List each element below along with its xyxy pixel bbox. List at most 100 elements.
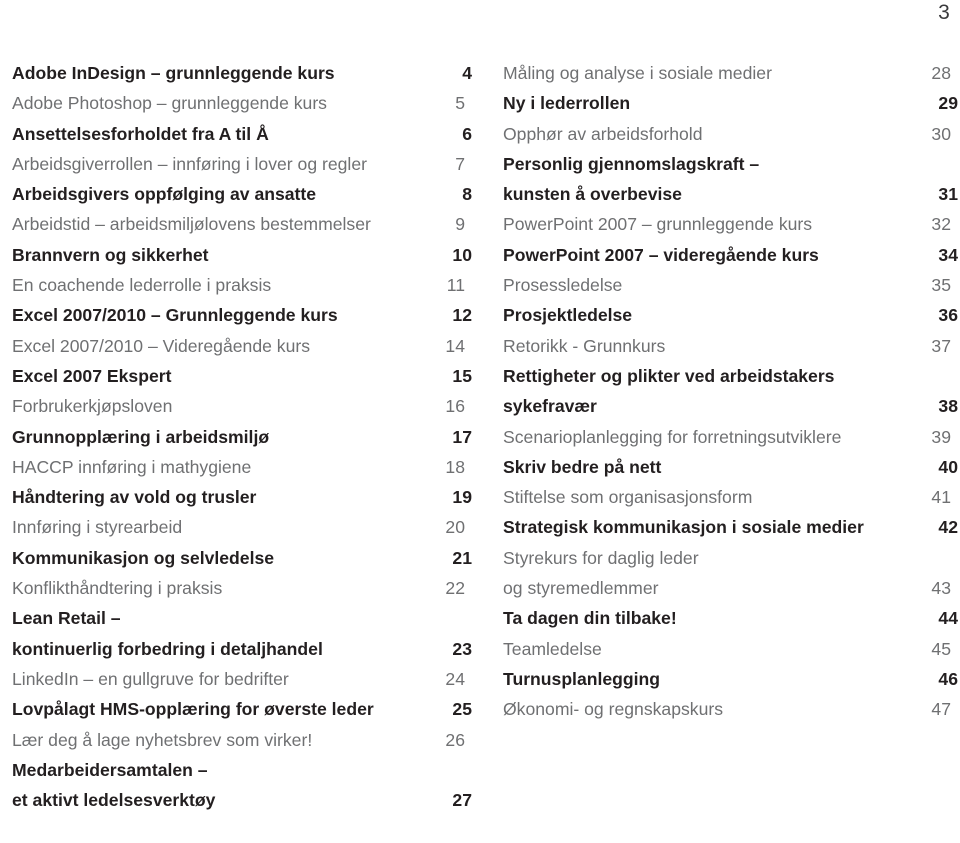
toc-entry-title: Arbeidsgiverrollen – innføring i lover o… bbox=[12, 153, 367, 174]
toc-entry-page-number: 9 bbox=[455, 214, 465, 235]
toc-dot-leader bbox=[251, 457, 445, 473]
toc-entry-page-number: 15 bbox=[452, 365, 472, 386]
toc-entry-page-number: 22 bbox=[445, 578, 465, 599]
toc-entry[interactable]: Personlig gjennomslagskraft – bbox=[503, 149, 958, 179]
toc-entry-title: En coachende lederrolle i praksis bbox=[12, 275, 272, 296]
toc-dot-leader bbox=[289, 669, 446, 685]
toc-entry[interactable]: Stiftelse som organisasjonsform 41 bbox=[503, 482, 958, 512]
toc-dot-leader bbox=[723, 699, 931, 715]
toc-entry-page-number: 6 bbox=[462, 123, 472, 144]
toc-entry[interactable]: Prosessledelse 35 bbox=[503, 270, 958, 300]
toc-entry[interactable]: Brannvern og sikkerhet 10 bbox=[12, 240, 472, 270]
toc-entry-title: Ansettelsesforholdet fra A til Å bbox=[12, 123, 269, 144]
toc-entry[interactable]: Excel 2007/2010 – Grunnleggende kurs 12 bbox=[12, 300, 472, 330]
toc-entry[interactable]: Adobe Photoshop – grunnleggende kurs 5 bbox=[12, 88, 472, 118]
toc-entry-title: kunsten å overbevise bbox=[503, 184, 682, 205]
toc-entry[interactable]: Økonomi- og regnskapskurs 47 bbox=[503, 694, 958, 724]
toc-entry-title: Måling og analyse i sosiale medier bbox=[503, 63, 772, 83]
toc-dot-leader bbox=[367, 154, 455, 170]
toc-entry-title: HACCP innføring i mathygiene bbox=[12, 456, 252, 477]
toc-dot-leader bbox=[374, 699, 453, 715]
toc-entry[interactable]: kunsten å overbevise 31 bbox=[503, 179, 958, 209]
toc-dot-leader bbox=[338, 305, 453, 321]
toc-entry[interactable]: Medarbeidersamtalen – bbox=[12, 755, 472, 785]
toc-entry[interactable]: Teamledelse 45 bbox=[503, 634, 958, 664]
toc-dot-leader bbox=[208, 760, 472, 776]
toc-entry[interactable]: sykefravær 38 bbox=[503, 391, 958, 421]
toc-entry-page-number: 30 bbox=[931, 123, 951, 144]
toc-entry[interactable]: Grunnopplæring i arbeidsmiljø 17 bbox=[12, 422, 472, 452]
toc-entry-page-number: 29 bbox=[938, 93, 958, 114]
toc-entry[interactable]: Arbeidsgiverrollen – innføring i lover o… bbox=[12, 149, 472, 179]
toc-entry-page-number: 36 bbox=[938, 305, 958, 326]
toc-entry-title: Skriv bedre på nett bbox=[503, 456, 662, 477]
toc-entry[interactable]: HACCP innføring i mathygiene 18 bbox=[12, 452, 472, 482]
toc-entry[interactable]: En coachende lederrolle i praksis 11 bbox=[12, 270, 472, 300]
toc-entry[interactable]: og styremedlemmer 43 bbox=[503, 573, 958, 603]
toc-entry-page-number: 27 bbox=[452, 790, 472, 811]
toc-entry[interactable]: Forbrukerkjøpsloven 16 bbox=[12, 391, 472, 421]
toc-entry-title: Teamledelse bbox=[503, 638, 602, 659]
toc-dot-leader bbox=[703, 124, 932, 140]
toc-entry[interactable]: Adobe InDesign – grunnleggende kurs 4 bbox=[12, 58, 472, 88]
toc-entry[interactable]: Rettigheter og plikter ved arbeidstakers bbox=[503, 361, 958, 391]
toc-dot-leader bbox=[172, 396, 445, 412]
toc-entry[interactable]: Håndtering av vold og trusler 19 bbox=[12, 482, 472, 512]
toc-entry-page-number: 31 bbox=[938, 184, 958, 205]
toc-dot-leader bbox=[677, 608, 939, 624]
toc-entry[interactable]: et aktivt ledelsesverktøy 27 bbox=[12, 785, 472, 815]
toc-entry-title: Opphør av arbeidsforhold bbox=[503, 123, 703, 144]
toc-entry[interactable]: Lovpålagt HMS-opplæring for øverste lede… bbox=[12, 694, 472, 724]
toc-entry-page-number: 10 bbox=[452, 244, 472, 265]
toc-entry-title: Lær deg å lage nyhetsbrev som virker! bbox=[12, 729, 313, 750]
toc-entry[interactable]: Scenarioplanlegging for forretningsutvik… bbox=[503, 422, 958, 452]
toc-entry[interactable]: Konflikthåndtering i praksis 22 bbox=[12, 573, 472, 603]
toc-dot-leader bbox=[841, 427, 931, 443]
toc-entry[interactable]: Arbeidstid – arbeidsmiljølovens bestemme… bbox=[12, 209, 472, 239]
toc-entry[interactable]: Arbeidsgivers oppfølging av ansatte 8 bbox=[12, 179, 472, 209]
toc-entry-title: Rettigheter og plikter ved arbeidstakers bbox=[503, 365, 835, 386]
toc-entry[interactable]: Excel 2007 Ekspert 15 bbox=[12, 361, 472, 391]
toc-column-right: Måling og analyse i sosiale medier 28 Ny i… bbox=[503, 58, 960, 815]
toc-entry[interactable]: Lær deg å lage nyhetsbrev som virker! 26 bbox=[12, 725, 472, 755]
toc-entry-page-number: 47 bbox=[931, 699, 951, 720]
toc-column-left: Adobe InDesign – grunnleggende kurs4Adob… bbox=[0, 58, 503, 815]
toc-dot-leader bbox=[665, 336, 931, 352]
toc-entry[interactable]: Skriv bedre på nett 40 bbox=[503, 452, 958, 482]
toc-dot-leader bbox=[602, 639, 932, 655]
toc-dot-leader bbox=[752, 487, 931, 503]
toc-entry-title: Ta dagen din tilbake! bbox=[503, 608, 677, 629]
toc-entry[interactable]: Opphør av arbeidsforhold 30 bbox=[503, 119, 958, 149]
toc-entry[interactable]: Strategisk kommunikasjon i sosiale medie… bbox=[503, 512, 958, 542]
toc-entry[interactable]: Måling og analyse i sosiale medier 28 bbox=[503, 58, 958, 88]
toc-entry-title: Konflikthåndtering i praksis bbox=[12, 578, 223, 599]
toc-entry-title: Innføring i styrearbeid bbox=[12, 517, 183, 538]
toc-entry[interactable]: Kommunikasjon og selvledelse 21 bbox=[12, 543, 472, 573]
toc-entry-title: Adobe Photoshop – grunnleggende kurs bbox=[12, 93, 327, 114]
toc-entry-title: Økonomi- og regnskapskurs bbox=[503, 699, 724, 720]
toc-entry[interactable]: Retorikk - Grunnkurs 37 bbox=[503, 331, 958, 361]
toc-entry[interactable]: Ta dagen din tilbake! 44 bbox=[503, 603, 958, 633]
toc-dot-leader bbox=[209, 245, 453, 261]
toc-entry[interactable]: Ny i lederrollen 29 bbox=[503, 88, 958, 118]
toc-entry-page-number: 38 bbox=[938, 396, 958, 417]
toc-entry-title: Ny i lederrollen bbox=[503, 93, 631, 114]
toc-entry-page-number: 7 bbox=[455, 153, 465, 174]
toc-entry[interactable]: Styrekurs for daglig leder bbox=[503, 543, 958, 573]
toc-entry-title: Håndtering av vold og trusler bbox=[12, 487, 257, 508]
toc-entry-title: Prosjektledelse bbox=[503, 305, 633, 326]
toc-entry-page-number: 14 bbox=[445, 335, 465, 356]
toc-entry[interactable]: PowerPoint 2007 – grunnleggende kurs 32 bbox=[503, 209, 958, 239]
toc-entry[interactable]: Turnusplanlegging 46 bbox=[503, 664, 958, 694]
toc-entry[interactable]: Prosjektledelse 36 bbox=[503, 300, 958, 330]
toc-entry[interactable]: LinkedIn – en gullgruve for bedrifter 24 bbox=[12, 664, 472, 694]
toc-dot-leader bbox=[772, 63, 931, 79]
toc-entry[interactable]: Innføring i styrearbeid 20 bbox=[12, 512, 472, 542]
toc-entry-page-number: 35 bbox=[931, 275, 951, 296]
toc-entry[interactable]: Excel 2007/2010 – Videregående kurs 14 bbox=[12, 331, 472, 361]
toc-entry-title: Excel 2007 Ekspert bbox=[12, 365, 172, 386]
toc-entry[interactable]: Ansettelsesforholdet fra A til Å 6 bbox=[12, 119, 472, 149]
toc-entry[interactable]: kontinuerlig forbedring i detaljhandel 23 bbox=[12, 634, 472, 664]
toc-entry[interactable]: PowerPoint 2007 – videregående kurs 34 bbox=[503, 240, 958, 270]
toc-entry[interactable]: Lean Retail – bbox=[12, 603, 472, 633]
